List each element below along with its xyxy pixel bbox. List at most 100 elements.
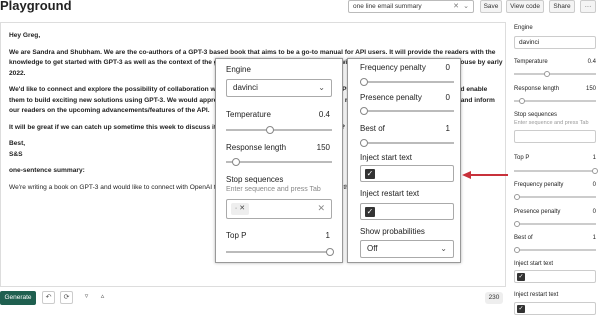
save-button[interactable]: Save: [480, 0, 502, 13]
temperature-value: 0.4: [318, 110, 330, 119]
stop-sequences-hint: Enter sequence and press Tab: [514, 120, 589, 126]
frequency-penalty-label: Frequency penalty: [514, 182, 564, 188]
slider-knob[interactable]: [326, 248, 334, 256]
inject-restart-label: Inject restart text: [360, 189, 420, 198]
token-counter: 230: [485, 292, 503, 304]
view-code-button[interactable]: View code: [506, 0, 544, 13]
frequency-penalty-value: 0: [445, 63, 450, 72]
settings-sidebar: Engine davinci Temperature 0.4 Response …: [510, 22, 600, 316]
temperature-label: Temperature: [226, 110, 271, 119]
top-p-value: 1: [325, 231, 330, 240]
presence-penalty-slider[interactable]: [360, 107, 454, 115]
undo-icon[interactable]: ↶: [42, 291, 55, 304]
stop-sequences-label: Stop sequences: [226, 175, 284, 184]
slider-knob[interactable]: [514, 194, 520, 200]
best-of-label: Best of: [360, 124, 385, 133]
slider-knob[interactable]: [266, 126, 274, 134]
playground-page: Playground one line email summary ✕ ⌄ Sa…: [0, 0, 600, 316]
slider-knob[interactable]: [514, 221, 520, 227]
show-probabilities-label: Show probabilities: [360, 227, 425, 236]
inject-start-label: Inject start text: [514, 261, 554, 267]
slider-knob[interactable]: [592, 168, 598, 174]
slider-knob[interactable]: [360, 107, 368, 115]
greeting: Hey Greg,: [9, 32, 41, 39]
presence-penalty-value: 0: [592, 209, 596, 215]
inject-start-input[interactable]: ✓: [360, 165, 454, 182]
best-of-value: 1: [445, 124, 450, 133]
checkbox-icon[interactable]: ✓: [517, 273, 525, 281]
best-of-slider[interactable]: [360, 139, 454, 147]
engine-label: Engine: [514, 25, 533, 31]
stop-sequences-input[interactable]: [514, 130, 596, 143]
engine-select[interactable]: davinci ⌄: [226, 79, 332, 97]
zoomed-settings-panel-right: Frequency penalty 0 Presence penalty 0 B…: [347, 58, 461, 263]
frequency-penalty-label: Frequency penalty: [360, 63, 426, 72]
engine-label: Engine: [226, 65, 251, 74]
presence-penalty-value: 0: [445, 93, 450, 102]
engine-value: davinci: [233, 83, 258, 92]
regenerate-icon[interactable]: ⟳: [60, 291, 73, 304]
slider-knob[interactable]: [514, 247, 520, 253]
checkbox-icon[interactable]: ✓: [517, 305, 525, 313]
annotation-arrow-icon: [462, 171, 508, 179]
chevron-down-icon: ⌄: [463, 3, 469, 10]
top-p-slider[interactable]: [226, 248, 334, 256]
preset-select[interactable]: one line email summary ✕ ⌄: [348, 0, 474, 13]
presence-penalty-label: Presence penalty: [360, 93, 422, 102]
slider-knob[interactable]: [544, 71, 550, 77]
top-p-value: 1: [592, 155, 596, 161]
generate-button[interactable]: Generate: [0, 291, 36, 305]
temperature-slider[interactable]: [514, 71, 596, 77]
response-length-slider[interactable]: [226, 158, 332, 166]
inject-start-label: Inject start text: [360, 153, 413, 162]
response-length-label: Response length: [514, 86, 560, 92]
stop-sequences-label: Stop sequences: [514, 112, 558, 118]
checkbox-icon[interactable]: ✓: [365, 169, 375, 179]
frequency-penalty-slider[interactable]: [514, 194, 596, 200]
slider-knob[interactable]: [360, 78, 368, 86]
thumbs-up-icon[interactable]: ▵: [96, 291, 109, 304]
top-p-label: Top P: [514, 155, 530, 161]
slider-knob[interactable]: [519, 98, 525, 104]
chevron-down-icon: ⌄: [440, 244, 447, 253]
frequency-penalty-slider[interactable]: [360, 78, 454, 86]
clear-icon[interactable]: ✕: [317, 203, 325, 214]
slider-knob[interactable]: [232, 158, 240, 166]
frequency-penalty-value: 0: [592, 182, 596, 188]
inject-restart-input[interactable]: ✓: [360, 203, 454, 220]
presence-penalty-slider[interactable]: [514, 221, 596, 227]
temperature-value: 0.4: [587, 59, 596, 65]
response-length-label: Response length: [226, 143, 287, 152]
best-of-value: 1: [592, 235, 596, 241]
temperature-slider[interactable]: [226, 126, 332, 134]
presence-penalty-label: Presence penalty: [514, 209, 561, 215]
temperature-label: Temperature: [514, 59, 548, 65]
more-button[interactable]: ···: [580, 0, 596, 13]
response-length-slider[interactable]: [514, 98, 596, 104]
best-of-label: Best of: [514, 235, 533, 241]
page-title: Playground: [0, 0, 72, 13]
show-probabilities-value: Off: [367, 244, 378, 253]
inject-start-input[interactable]: ✓: [514, 270, 596, 283]
sequence-chip[interactable]: · ✕: [231, 203, 249, 215]
show-probabilities-select[interactable]: Off ⌄: [360, 240, 454, 258]
zoomed-settings-panel-left: Engine davinci ⌄ Temperature 0.4 Respons…: [215, 58, 343, 263]
share-button[interactable]: Share: [549, 0, 575, 13]
stop-sequences-hint: Enter sequence and press Tab: [226, 186, 321, 193]
checkbox-icon[interactable]: ✓: [365, 207, 375, 217]
inject-restart-input[interactable]: ✓: [514, 302, 596, 315]
chevron-down-icon: ⌄: [318, 83, 325, 92]
best-of-slider[interactable]: [514, 247, 596, 253]
preset-value: one line email summary: [353, 3, 422, 10]
engine-value: davinci: [519, 39, 540, 46]
top-p-slider[interactable]: [514, 168, 598, 174]
engine-select[interactable]: davinci: [514, 36, 596, 49]
header: Playground one line email summary ✕ ⌄ Sa…: [0, 0, 600, 16]
thumbs-down-icon[interactable]: ▿: [80, 291, 93, 304]
response-length-value: 150: [585, 86, 596, 92]
slider-knob[interactable]: [360, 139, 368, 147]
clear-icon[interactable]: ✕: [453, 2, 459, 10]
top-p-label: Top P: [226, 231, 247, 240]
inject-restart-label: Inject restart text: [514, 292, 559, 298]
stop-sequences-input[interactable]: · ✕ ✕: [226, 199, 332, 219]
